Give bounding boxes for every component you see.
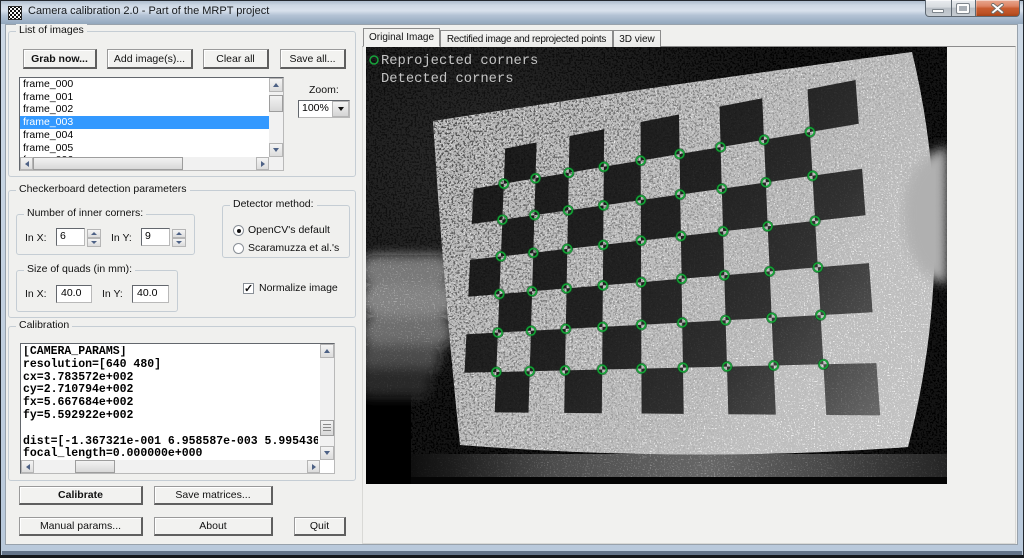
- svg-text:Detected corners: Detected corners: [381, 71, 513, 87]
- svg-text:Reprojected corners: Reprojected corners: [381, 53, 538, 69]
